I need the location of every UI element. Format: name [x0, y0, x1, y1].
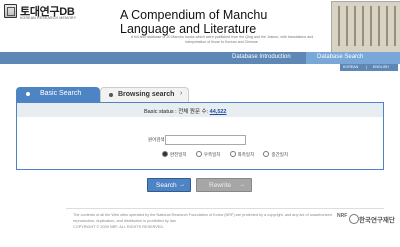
search-button[interactable]: Search → [147, 178, 191, 192]
language-switch: KOREAN | ENGLISH [340, 64, 398, 71]
footer-divider [66, 208, 384, 209]
radio-label: 완전일치 [170, 152, 187, 157]
match-options: 완전일치 우측일치 좌측일치 중간일치 [162, 151, 296, 158]
site-header: 토대연구DB KOREAN RESEARCH MEMORY A Compendi… [0, 0, 400, 53]
radio-left-match[interactable]: 좌측일치 [229, 151, 255, 158]
nrf-logo[interactable]: NRF 한국연구재단 [337, 212, 397, 226]
radio-label: 좌측일치 [237, 152, 255, 157]
book-icon[interactable] [4, 4, 17, 18]
footer: The contents of all the Web sites operat… [73, 212, 335, 230]
radio-label: 중간일치 [271, 152, 289, 157]
radio-unselected-icon [195, 151, 202, 157]
radio-middle-match[interactable]: 중간일치 [263, 151, 288, 158]
nrf-emblem-icon [349, 214, 359, 224]
arrow-right-icon: → [179, 182, 185, 188]
radio-exact-match[interactable]: 완전일치 [162, 151, 187, 158]
lang-separator: | [366, 65, 367, 69]
lang-english-link[interactable]: ENGLISH [373, 65, 389, 69]
radio-unselected-icon [263, 151, 270, 157]
radio-unselected-icon [229, 151, 236, 157]
bullet-icon [26, 92, 30, 96]
status-label: Basic status : [144, 109, 177, 115]
nav-database-search-label: Database Search [317, 54, 364, 60]
page-title: A Compendium of Manchu Language and Lite… [120, 8, 268, 36]
search-button-label: Search [156, 182, 177, 189]
total-label: 전체 원문 수: [178, 109, 209, 115]
rewrite-button[interactable]: Rewrite → [196, 178, 252, 192]
nav-database-search[interactable]: Database Search [306, 52, 400, 64]
status-bar: Basic status : 전체 원문 수: 44,522 [17, 103, 383, 117]
tab-basic-search-label: Basic Search [40, 90, 82, 97]
tab-basic-search[interactable]: Basic Search [16, 87, 100, 102]
radio-label: 우측일치 [203, 152, 221, 157]
bullet-icon [109, 93, 113, 97]
footer-copyright: COPYRIGHT © 2009 NRF. ALL RIGHTS RESERVE… [73, 225, 165, 229]
radio-right-match[interactable]: 우측일치 [195, 151, 221, 158]
arrow-right-icon: → [239, 182, 245, 188]
radio-selected-icon [162, 151, 168, 157]
search-input[interactable] [165, 135, 246, 145]
nav-database-introduction[interactable]: Database Introduction [232, 54, 291, 60]
tab-browsing-search-label: Browsing search [118, 91, 175, 98]
page-description: A full-text database of 20 Manchu books … [130, 35, 314, 44]
total-count-link[interactable]: 44,522 [210, 109, 227, 115]
basic-status: Basic status : 전체 원문 수: 44,522 [144, 107, 227, 115]
main-nav: Database Introduction Database Search [0, 52, 400, 64]
chevron-right-icon: › [180, 90, 183, 97]
manuscript-image [331, 1, 400, 53]
site-logo-subtitle: KOREAN RESEARCH MEMORY [20, 16, 77, 20]
nrf-name: 한국연구재단 [359, 217, 395, 224]
nrf-mark: NRF [337, 213, 348, 219]
lang-korean-link[interactable]: KOREAN [343, 65, 358, 69]
rewrite-button-label: Rewrite [209, 182, 232, 189]
footer-notice: The contents of all the Web sites operat… [73, 213, 332, 223]
tab-browsing-search[interactable]: Browsing search › [100, 87, 189, 102]
